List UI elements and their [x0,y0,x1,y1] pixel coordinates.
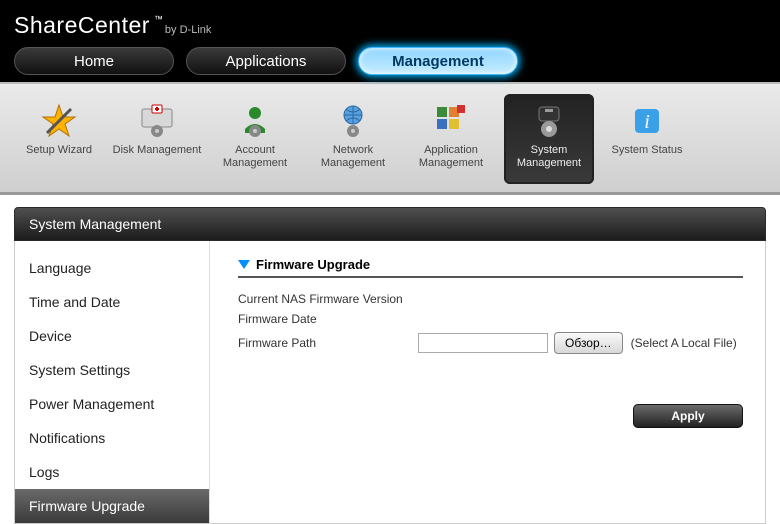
sidebar-item-power-management[interactable]: Power Management [15,387,209,421]
content-panel: Firmware Upgrade Current NAS Firmware Ve… [210,241,765,523]
wizard-icon [40,102,78,140]
firmware-path-hint: (Select A Local File) [631,336,737,350]
account-icon [236,102,274,140]
sidebar: Language Time and Date Device System Set… [15,241,210,523]
disk-icon [138,102,176,140]
apply-button[interactable]: Apply [633,404,743,428]
tool-label: Setup Wizard [26,144,92,157]
tool-application-management[interactable]: Application Management [406,94,496,184]
main-tabs: Home Applications Management [14,47,766,75]
application-icon [432,102,470,140]
row-firmware-version: Current NAS Firmware Version [238,292,743,306]
tool-network-management[interactable]: Network Management [308,94,398,184]
label-firmware-path: Firmware Path [238,336,418,350]
tab-home[interactable]: Home [14,47,174,75]
tool-system-management[interactable]: System Management [504,94,594,184]
tool-label: Account Management [210,144,300,169]
row-firmware-date: Firmware Date [238,312,743,326]
brand-name: ShareCenter [14,12,150,39]
apply-row: Apply [238,404,743,428]
section-title: System Management [29,216,161,232]
toolbar-strip: Setup Wizard Disk Management [0,82,780,195]
sidebar-item-time-and-date[interactable]: Time and Date [15,285,209,319]
brand-byline: by D-Link [165,24,211,36]
tool-disk-management[interactable]: Disk Management [112,94,202,184]
sidebar-item-firmware-upgrade[interactable]: Firmware Upgrade [15,489,209,523]
tool-system-status[interactable]: i System Status [602,94,692,184]
tool-label: Network Management [308,144,398,169]
tool-label: System Management [504,144,594,169]
svg-text:i: i [644,111,650,133]
tool-setup-wizard[interactable]: Setup Wizard [14,94,104,184]
system-icon [530,102,568,140]
chevron-down-icon [238,260,250,269]
brand-tm: ™ [154,14,163,24]
brand: ShareCenter ™ by D-Link [14,8,766,39]
toolbar: Setup Wizard Disk Management [14,94,766,184]
tool-account-management[interactable]: Account Management [210,94,300,184]
network-icon [334,102,372,140]
label-firmware-version: Current NAS Firmware Version [238,292,418,306]
row-firmware-path: Firmware Path Обзор… (Select A Local Fil… [238,332,743,354]
panel-title: Firmware Upgrade [256,257,370,272]
browse-button[interactable]: Обзор… [554,332,623,354]
sidebar-item-device[interactable]: Device [15,319,209,353]
tab-management[interactable]: Management [358,47,518,75]
tool-label: Disk Management [113,144,202,157]
app-header: ShareCenter ™ by D-Link Home Application… [0,0,780,82]
sidebar-item-logs[interactable]: Logs [15,455,209,489]
firmware-path-input[interactable] [418,333,548,353]
tool-label: Application Management [406,144,496,169]
sidebar-item-notifications[interactable]: Notifications [15,421,209,455]
status-icon: i [628,102,666,140]
sidebar-item-language[interactable]: Language [15,251,209,285]
label-firmware-date: Firmware Date [238,312,418,326]
content-body: Language Time and Date Device System Set… [14,241,766,524]
sidebar-item-system-settings[interactable]: System Settings [15,353,209,387]
panel-header: Firmware Upgrade [238,257,743,278]
tool-label: System Status [612,144,683,157]
section-title-bar: System Management [14,207,766,241]
tab-applications[interactable]: Applications [186,47,346,75]
